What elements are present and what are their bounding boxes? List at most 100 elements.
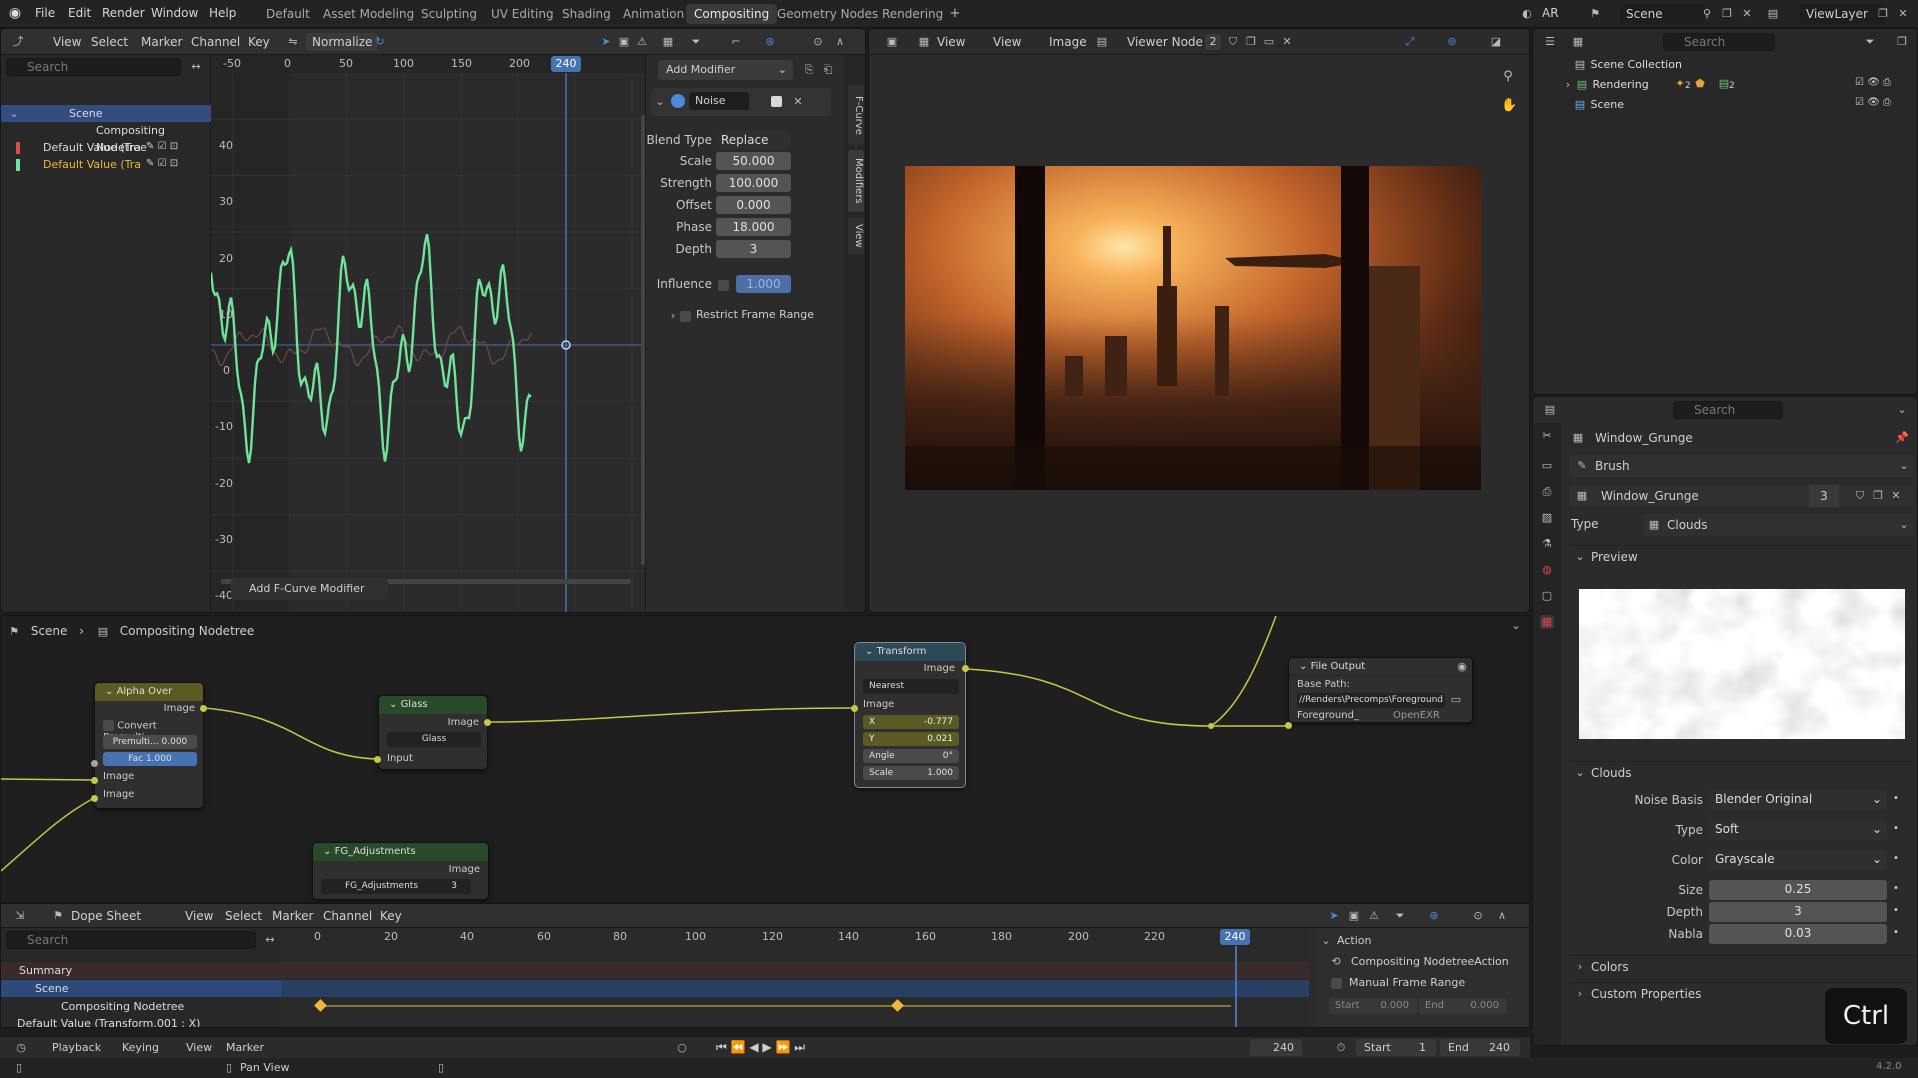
timeline-marker-menu[interactable]: Marker <box>226 1041 264 1054</box>
modifier-enable-icon[interactable] <box>671 94 685 108</box>
viewer-image[interactable] <box>905 166 1481 490</box>
alpha-over-node[interactable]: ⌄ Alpha Over Image Convert Premulti... P… <box>94 682 204 809</box>
fake-user-icon[interactable]: ⛉ <box>1226 35 1240 49</box>
box-select-icon[interactable]: ▣ <box>1347 909 1361 923</box>
chevron-down-icon[interactable]: ⌄ <box>1895 403 1909 417</box>
clouds-type-dropdown[interactable]: Soft ⌄ <box>1709 820 1887 840</box>
menu-edit[interactable]: Edit <box>68 6 91 20</box>
influence-field[interactable]: 1.000 <box>736 275 791 293</box>
dope-current-frame-badge[interactable]: 240 <box>1220 929 1250 945</box>
dope-playhead-line[interactable] <box>1235 946 1237 1027</box>
keyframe-dot-icon[interactable]: • <box>1893 823 1899 834</box>
preview-panel-header[interactable]: ⌄ Preview <box>1569 545 1915 567</box>
paste-modifier-icon[interactable]: ⎗ <box>821 63 835 77</box>
blend-type-dropdown[interactable]: Replace <box>716 131 791 149</box>
phase-field[interactable]: 18.000 <box>716 218 791 236</box>
keyframe-dot-icon[interactable]: • <box>1893 905 1899 916</box>
keyframe-dot-icon[interactable]: • <box>1893 853 1899 864</box>
tab-view[interactable]: View <box>848 217 864 255</box>
texture-datablock[interactable]: ▦ Window_Grunge 3 ⛉ ❐ ✕ <box>1569 485 1915 507</box>
duplicate-icon[interactable]: ❐ <box>1871 489 1885 503</box>
close-icon[interactable]: ✕ <box>791 95 805 109</box>
zoom-icon[interactable]: ⚲ <box>1501 70 1515 84</box>
convert-premul-checkbox[interactable] <box>103 720 114 731</box>
socket-output[interactable] <box>962 665 969 672</box>
render-engine-icon[interactable]: ◐ <box>1520 7 1534 21</box>
file-output-header[interactable]: ⌄ File Output <box>1289 658 1472 676</box>
new-collection-icon[interactable]: ❐ <box>1895 35 1909 49</box>
image-menu-view-2[interactable]: View <box>993 35 1021 49</box>
glass-node[interactable]: ⌄ Glass Image Glass Input <box>378 695 488 770</box>
base-path-field[interactable]: //Renders\Precomps\Foreground <box>1297 693 1445 708</box>
close-icon[interactable]: ✕ <box>1889 489 1903 503</box>
dope-menu-channel[interactable]: Channel <box>323 909 372 923</box>
blender-logo-icon[interactable]: ◉ <box>8 6 22 20</box>
channel-controls-2[interactable]: ✎ ☑ ⊡ <box>146 158 178 169</box>
workspace-tab-animation[interactable]: Animation <box>615 4 692 24</box>
socket-input[interactable] <box>374 756 381 763</box>
auto-normalize-icon[interactable]: ↻ <box>373 35 387 49</box>
view-mode-icon[interactable]: ▦ <box>917 35 931 49</box>
keyframe-diamond[interactable] <box>314 999 327 1012</box>
outliner-scene-collection[interactable]: ▤ Scene Collection <box>1533 56 1917 73</box>
clouds-panel-header[interactable]: ⌄ Clouds <box>1569 761 1915 783</box>
image-editor-type-icon[interactable]: ▣ <box>885 35 899 49</box>
scene-icon[interactable]: ⚑ <box>1588 7 1602 21</box>
colors-panel-header[interactable]: › Colors <box>1569 955 1915 977</box>
swap-icon[interactable]: ↔ <box>263 933 277 947</box>
properties-type-icon[interactable]: ▤ <box>1543 403 1557 417</box>
outliner-type-icon[interactable]: ☰ <box>1543 35 1557 49</box>
fg-adjustments-header[interactable]: ⌄ FG_Adjustments <box>313 843 488 861</box>
outliner-search-input[interactable]: Search <box>1663 33 1775 51</box>
transform-y-field[interactable]: Y 0.021 <box>863 732 959 746</box>
end-frame-field[interactable]: End 240 <box>1440 1039 1520 1056</box>
dope-sheet-type-icon[interactable]: ⇲ <box>13 909 27 923</box>
new-view-layer-icon[interactable]: ❐ <box>1876 7 1890 21</box>
influence-checkbox[interactable] <box>718 280 729 291</box>
close-icon[interactable]: ✕ <box>1280 35 1294 49</box>
dope-menu-view[interactable]: View <box>185 909 213 923</box>
texture-type-dropdown[interactable]: ▦ Clouds ⌄ <box>1643 514 1915 536</box>
select-tool-icon[interactable]: ➤ <box>599 35 613 49</box>
view-layer-selector[interactable]: ViewLayer <box>1800 4 1885 24</box>
channel-controls-1[interactable]: ✎ ☑ ⊡ <box>146 141 178 152</box>
scene-selector[interactable]: Scene <box>1620 4 1705 24</box>
menu-window[interactable]: Window <box>151 6 198 20</box>
workspace-tab-compositing[interactable]: Compositing <box>686 4 778 24</box>
channel-default-value-1[interactable]: Default Value (Tra <box>1 139 211 156</box>
copy-modifier-icon[interactable]: ⎘ <box>802 63 816 77</box>
fac-field[interactable]: Fac 1.000 <box>103 752 197 766</box>
socket-input[interactable] <box>91 777 98 784</box>
strength-field[interactable]: 100.000 <box>716 174 791 192</box>
texture-browse-icon[interactable]: ▦ <box>1575 489 1589 503</box>
properties-search-input[interactable]: Search <box>1673 401 1783 419</box>
warning-icon[interactable]: ⚠ <box>1367 909 1381 923</box>
action-name-field[interactable]: Compositing NodetreeAction <box>1351 955 1509 968</box>
transform-header[interactable]: ⌄ Transform <box>855 643 965 661</box>
normalize-toggle[interactable]: Normalize <box>306 33 379 51</box>
add-fcurve-modifier-button[interactable]: Add F-Curve Modifier <box>231 578 388 600</box>
view-layer-icon[interactable]: ▤ <box>1766 7 1780 21</box>
transform-filter-dropdown[interactable]: Nearest <box>863 679 959 694</box>
restrict-range-checkbox[interactable] <box>680 311 691 322</box>
gizmo-icon[interactable]: ⤢ <box>1403 35 1417 49</box>
proportional-icon[interactable]: ⊛ <box>763 35 777 49</box>
dope-keyframe-region[interactable]: 0 20 40 60 80 100 120 140 160 180 200 22… <box>281 928 1309 1027</box>
display-channels-icon[interactable]: ◪ <box>1489 35 1503 49</box>
workspace-tab-geometry-nodes[interactable]: Geometry Nodes <box>769 4 886 24</box>
graph-menu-marker[interactable]: Marker <box>141 35 182 49</box>
pan-hand-icon[interactable]: ✋ <box>1501 99 1517 113</box>
dope-menu-marker[interactable]: Marker <box>272 909 313 923</box>
modifier-mute-checkbox[interactable] <box>771 96 782 107</box>
collapse-icon[interactable]: ⌄ <box>653 95 667 109</box>
mode-icon[interactable]: ⚑ <box>51 909 65 923</box>
view-icon[interactable]: ▦ <box>661 35 675 49</box>
image-name-field[interactable]: Viewer Node <box>1127 35 1203 49</box>
dope-menu-key[interactable]: Key <box>380 909 402 923</box>
dope-summary-row[interactable]: Summary <box>1 962 281 979</box>
workspace-tab-asset-modeling[interactable]: Asset Modeling <box>315 4 422 24</box>
remove-scene-icon[interactable]: ✕ <box>1740 7 1754 21</box>
fg-adjustments-node[interactable]: ⌄ FG_Adjustments Image FG_Adjustments 3 <box>312 842 489 900</box>
playback-menu[interactable]: Playback <box>52 1041 101 1054</box>
image-slot-field[interactable]: 2 <box>1205 34 1221 50</box>
